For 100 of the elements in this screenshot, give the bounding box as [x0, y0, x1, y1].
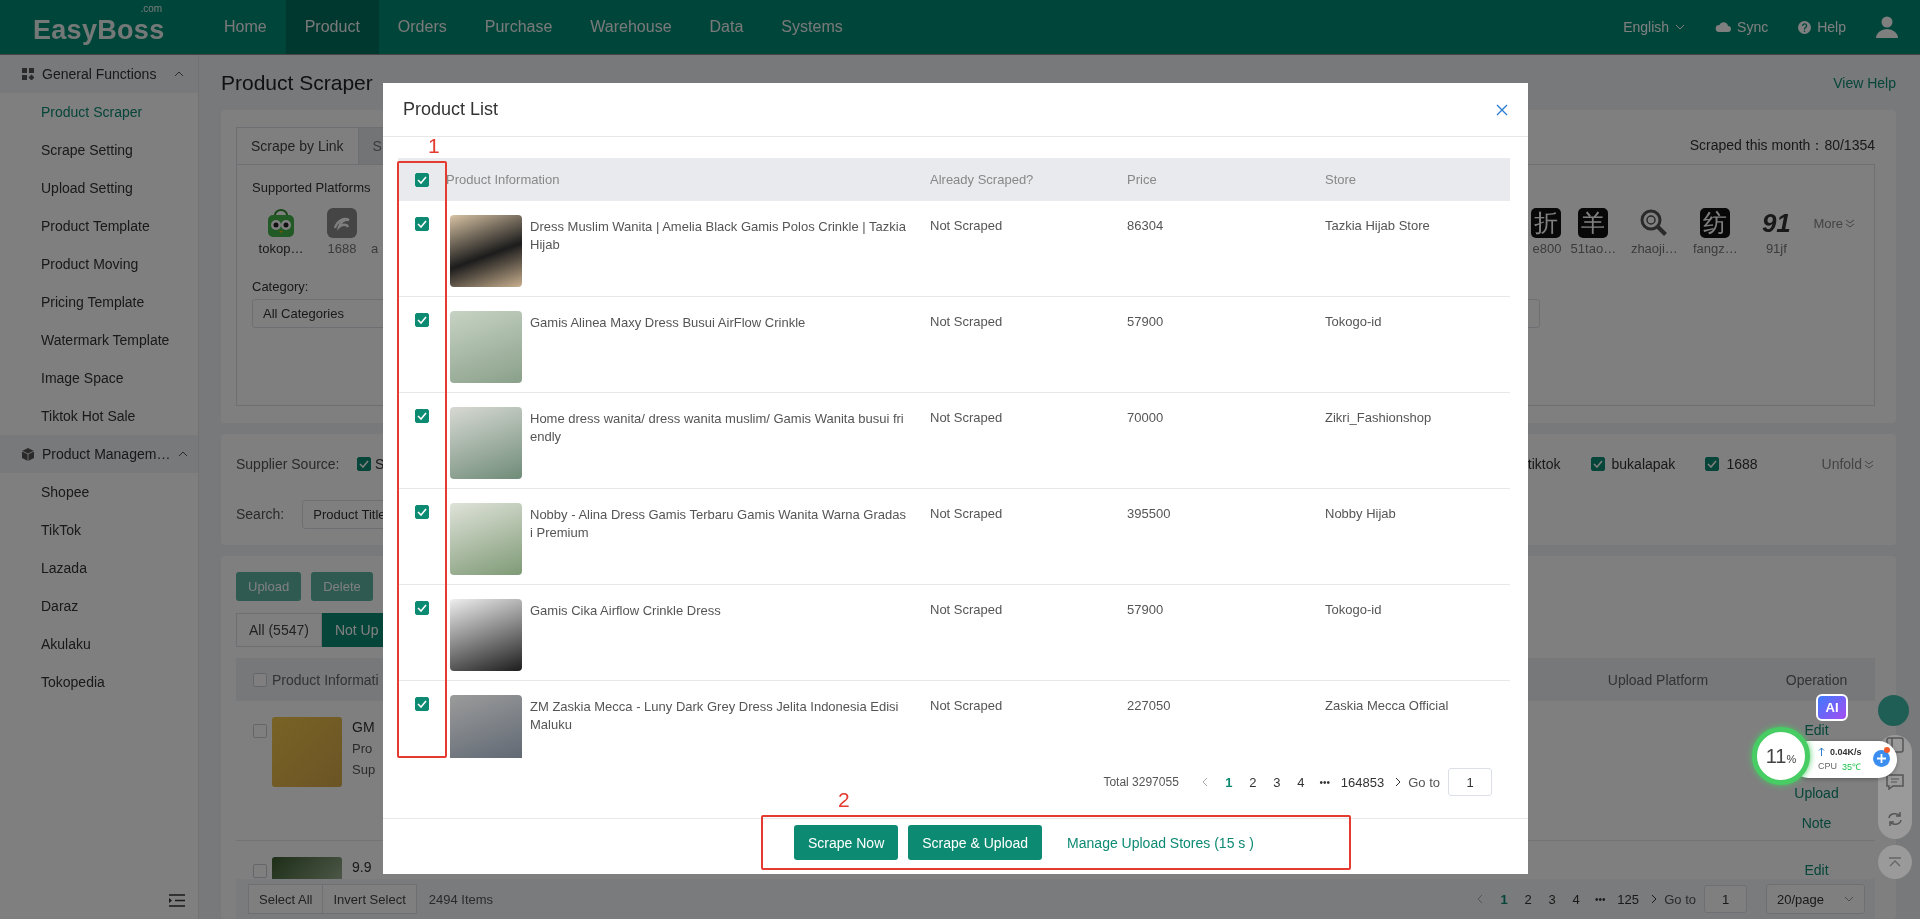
page-number[interactable]: 2: [1516, 891, 1541, 907]
platform-name[interactable]: zhaoji…: [1630, 241, 1678, 257]
sidebar-group-header[interactable]: General Functions: [0, 55, 198, 93]
page-title: Product Scraper: [221, 70, 373, 95]
assistant-avatar[interactable]: [1878, 695, 1909, 726]
checkbox[interactable]: [252, 724, 267, 738]
view-help-link[interactable]: View Help: [1833, 74, 1896, 91]
sidebar-item[interactable]: Tokopedia: [0, 663, 198, 701]
sync-button[interactable]: Sync: [1715, 19, 1769, 35]
ai-badge[interactable]: AI: [1816, 694, 1848, 721]
section-label: Supported Platforms: [252, 180, 371, 195]
page-input[interactable]: 1: [1704, 885, 1747, 913]
select-all-checkbox[interactable]: [415, 172, 429, 187]
help-button[interactable]: Help: [1798, 19, 1846, 35]
unfold-button[interactable]: Unfold: [1821, 456, 1874, 472]
platform-name[interactable]: a: [371, 241, 379, 257]
row-checkbox[interactable]: [415, 505, 429, 519]
sidebar-item[interactable]: Upload Setting: [0, 169, 198, 207]
chevron-right-icon: [1650, 894, 1659, 904]
sidebar-item[interactable]: Lazada: [0, 549, 198, 587]
sidebar-item[interactable]: Shopee: [0, 473, 198, 511]
refresh-icon[interactable]: [1886, 811, 1904, 827]
operation-link[interactable]: Upload: [1794, 785, 1839, 801]
sidebar-item[interactable]: Tiktok Hot Sale: [0, 397, 198, 435]
sidebar-item[interactable]: Image Space: [0, 359, 198, 397]
row-checkbox[interactable]: [415, 313, 429, 327]
photo-placeholder: [272, 717, 342, 787]
row-checkbox[interactable]: [415, 409, 429, 423]
nav-tab[interactable]: Warehouse: [571, 0, 691, 54]
photo-placeholder: [450, 503, 522, 575]
sidebar-item[interactable]: Scrape Setting: [0, 131, 198, 169]
nav-tab[interactable]: Systems: [762, 0, 862, 54]
column-header: Price: [1127, 172, 1158, 187]
sidebar-item[interactable]: Product Moving: [0, 245, 198, 283]
sidebar-item[interactable]: Product Template: [0, 207, 198, 245]
page-number[interactable]: 4: [1288, 774, 1313, 790]
language-dropdown[interactable]: English: [1623, 19, 1686, 35]
invert-select-button[interactable]: Invert Select: [322, 884, 417, 914]
chat-icon[interactable]: [1886, 774, 1904, 790]
nav-tab[interactable]: Purchase: [465, 0, 572, 54]
filter-tab[interactable]: All (5547): [236, 613, 322, 647]
page-size-select[interactable]: 20/page: [1766, 884, 1865, 914]
store-name: Nobby Hijab: [1325, 506, 1396, 521]
sidebar-item[interactable]: Watermark Template: [0, 321, 198, 359]
platform-name[interactable]: 1688: [327, 241, 357, 257]
price: 86304: [1127, 218, 1164, 233]
annotation-number: 1: [428, 135, 440, 157]
platform-name[interactable]: tokop…: [258, 241, 304, 257]
sidebar-item[interactable]: TikTok: [0, 511, 198, 549]
checkbox[interactable]: [1705, 457, 1720, 471]
sidebar-item[interactable]: Daraz: [0, 587, 198, 625]
tab[interactable]: Scrape by Link: [236, 127, 359, 164]
row-checkbox[interactable]: [415, 217, 429, 231]
chevron-up-icon: [178, 451, 189, 457]
page-number[interactable]: 2: [1240, 774, 1265, 790]
product-title: Nobby - Alina Dress Gamis Terbaru Gamis Wanita Warna Gradasi Premium: [530, 506, 907, 542]
more-button[interactable]: More: [1813, 216, 1855, 231]
price: 395500: [1127, 506, 1171, 521]
nav-tab[interactable]: Home: [205, 0, 286, 54]
scrape-button[interactable]: Scrape & Upload: [908, 825, 1043, 860]
page-number[interactable]: 4: [1564, 891, 1589, 907]
sidebar-group-header[interactable]: Product Managem…: [0, 435, 198, 473]
swirl-logo-icon: [327, 208, 357, 238]
checkbox[interactable]: [252, 864, 267, 878]
platform-name[interactable]: e800: [1532, 241, 1562, 257]
platform-name[interactable]: 51tao…: [1570, 241, 1617, 257]
page-number[interactable]: 3: [1264, 774, 1289, 790]
operation-link[interactable]: Edit: [1804, 862, 1829, 878]
row-checkbox[interactable]: [415, 697, 429, 711]
back-to-top-button[interactable]: [1878, 845, 1912, 879]
checkbox[interactable]: [357, 457, 371, 471]
page-number[interactable]: 3: [1540, 891, 1565, 907]
page-number[interactable]: 164853: [1340, 774, 1385, 790]
close-icon[interactable]: [1496, 103, 1508, 116]
scrape-status: Not Scraped: [930, 410, 1003, 425]
cloud-icon: [1715, 21, 1732, 33]
page-input[interactable]: 1: [1448, 768, 1492, 796]
column-header: Operation: [1784, 671, 1849, 688]
platform-name[interactable]: fangz…: [1692, 241, 1738, 257]
column-header: Product Information: [446, 172, 561, 187]
select-all-button[interactable]: Select All: [248, 884, 324, 914]
nav-tab[interactable]: Product: [285, 0, 379, 54]
page-number[interactable]: 1: [1216, 774, 1241, 790]
checkbox[interactable]: [1590, 457, 1605, 471]
sidebar-item[interactable]: Pricing Template: [0, 283, 198, 321]
row-checkbox[interactable]: [415, 601, 429, 615]
chevron-left-icon: [1476, 894, 1485, 904]
platform-name[interactable]: 91jf: [1765, 241, 1787, 257]
sidebar-item[interactable]: Product Scraper: [0, 93, 198, 131]
checkbox-label: bukalapak: [1611, 456, 1676, 472]
checkbox[interactable]: [252, 672, 267, 687]
operation-link[interactable]: Edit: [1804, 722, 1829, 738]
operation-link[interactable]: Note: [1801, 815, 1832, 831]
sidebar-item[interactable]: Akulaku: [0, 625, 198, 663]
manage-stores-link[interactable]: Manage Upload Stores (15 s ): [1067, 834, 1254, 851]
plus-icon: [1877, 754, 1886, 763]
nav-tab[interactable]: Data: [690, 0, 763, 54]
scrape-button[interactable]: Scrape Now: [794, 825, 899, 860]
page-number[interactable]: 125: [1616, 891, 1641, 907]
page-number[interactable]: 1: [1492, 891, 1517, 907]
